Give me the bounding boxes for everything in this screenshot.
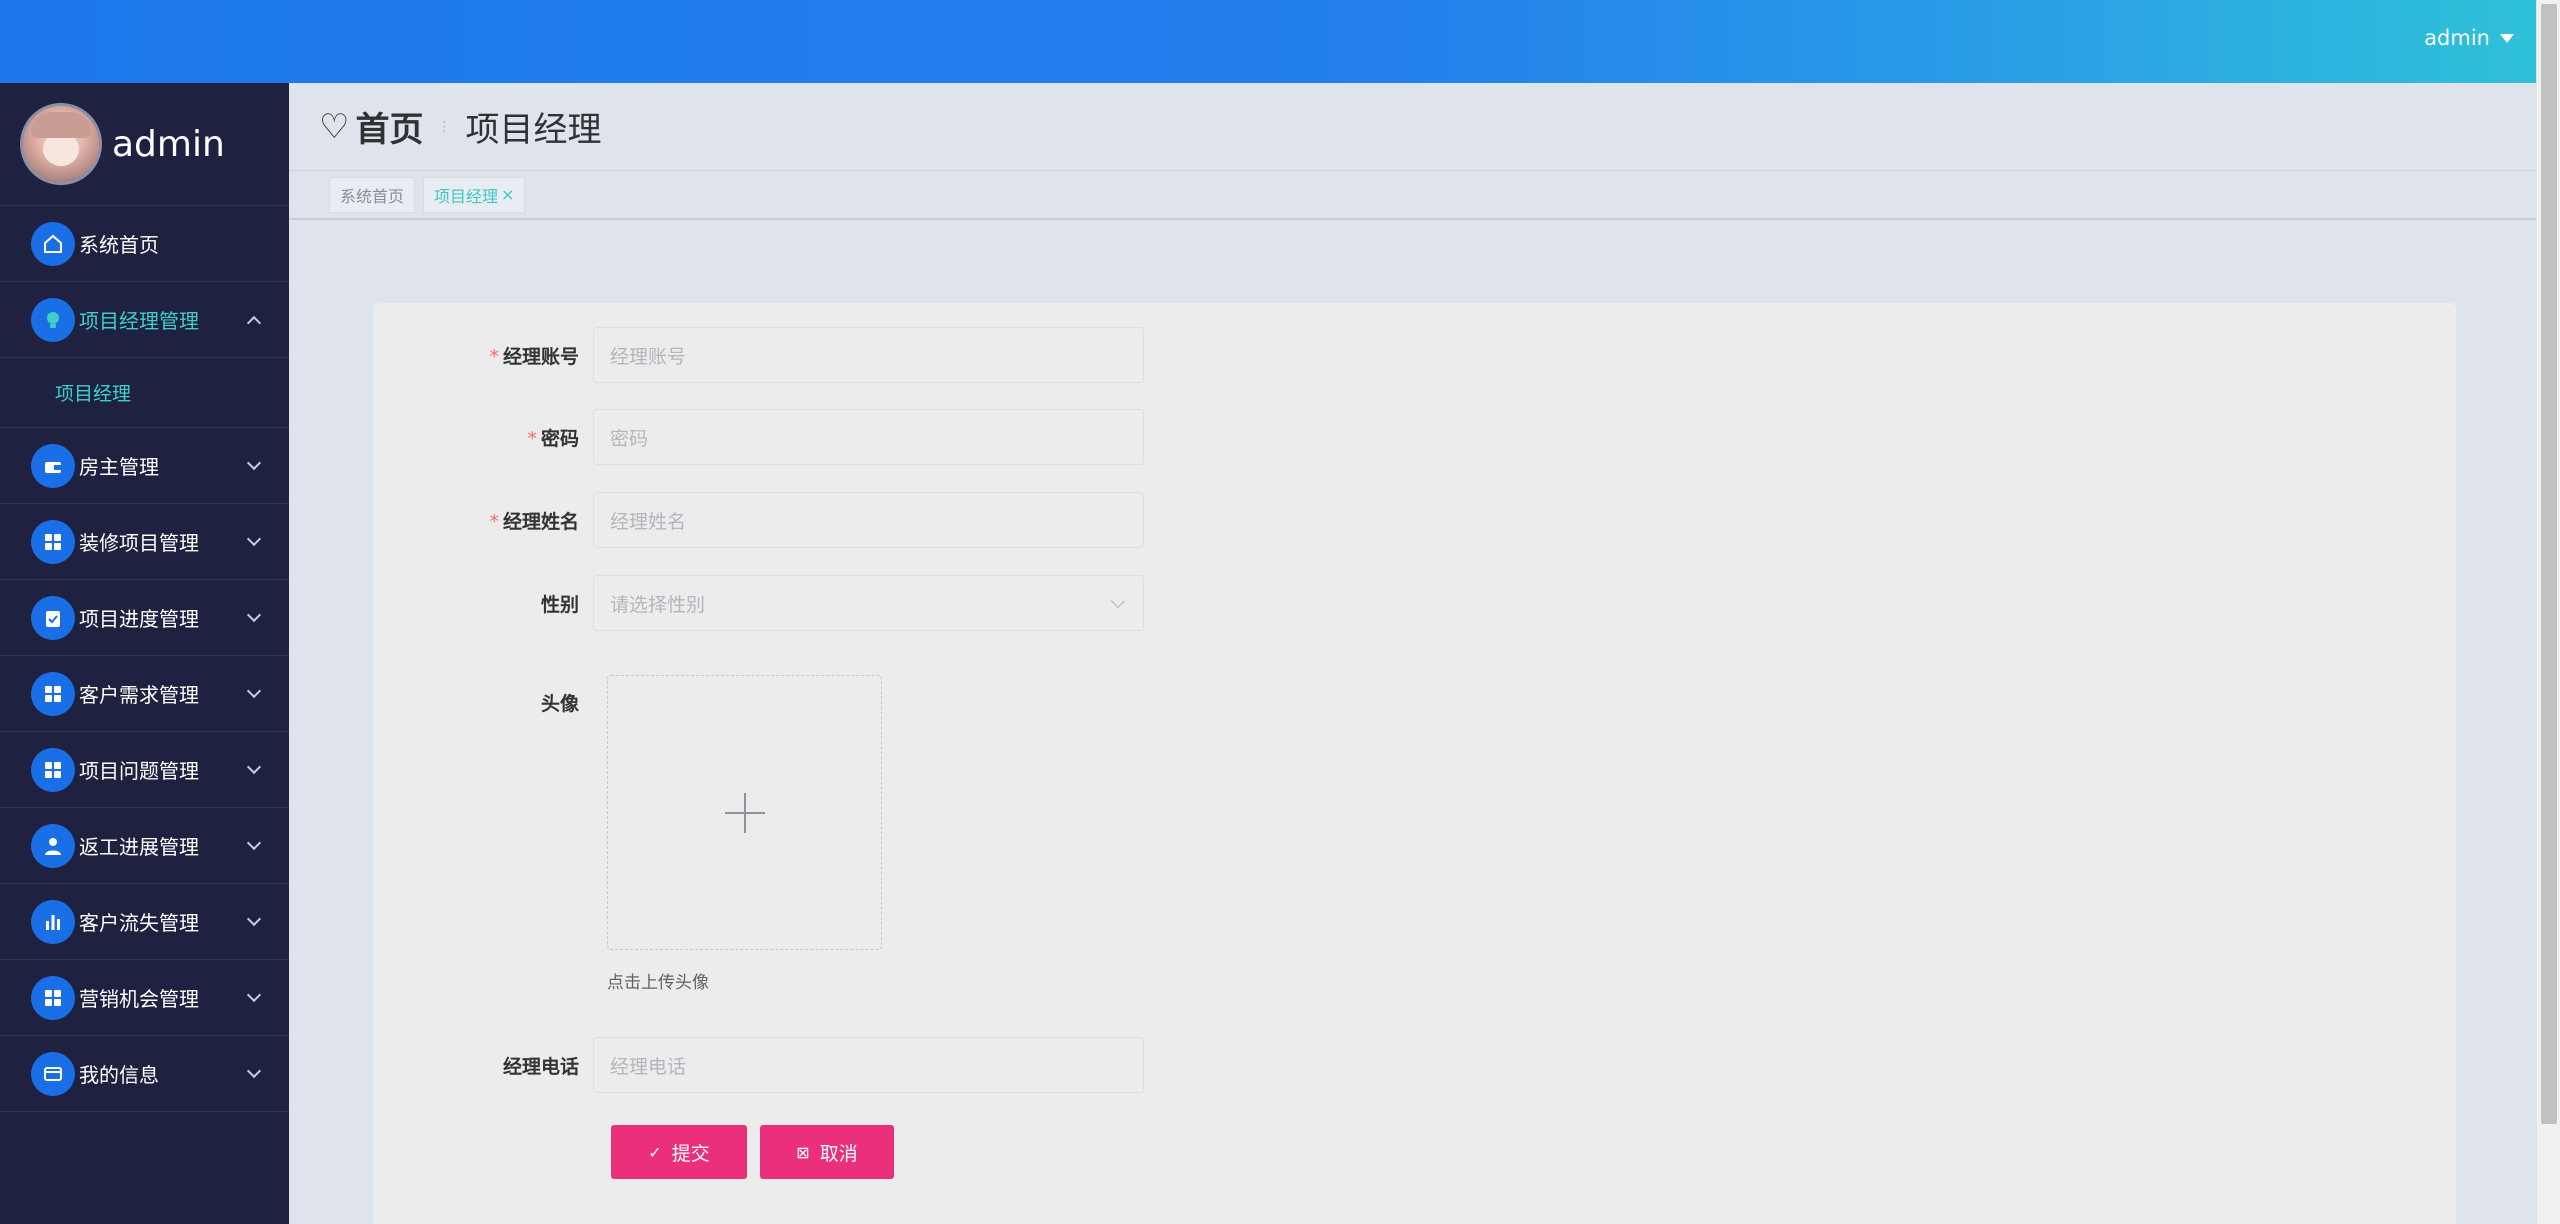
chevron-down-icon [246, 987, 262, 1003]
sidebar-item-rework[interactable]: 返工进展管理 [0, 808, 289, 884]
sidebar-item-owner-management[interactable]: 房主管理 [0, 428, 289, 504]
cancel-label: 取消 [819, 1142, 858, 1165]
sidebar-item-customer-churn[interactable]: 客户流失管理 [0, 884, 289, 960]
close-box-icon: ⊠ [796, 1142, 810, 1162]
gender-label: 性别 [540, 593, 579, 616]
avatar-uploader[interactable] [607, 675, 882, 950]
home-icon [31, 221, 75, 266]
avatar [20, 103, 102, 185]
sidebar-item-label: 营销机会管理 [79, 987, 199, 1011]
username-label: admin [2424, 26, 2490, 50]
sidebar-item-customer-needs[interactable]: 客户需求管理 [0, 656, 289, 732]
breadcrumb-home-label: 首页 [355, 110, 424, 150]
breadcrumb-home[interactable]: ♡ 首页 [319, 102, 423, 151]
page-scrollbar[interactable] [2536, 0, 2560, 1224]
account-label: * 经理账号 [489, 345, 579, 368]
chevron-down-icon [246, 1063, 262, 1079]
tags-bar: 系统首页 项目经理 × [289, 170, 2536, 220]
grid-icon [31, 747, 75, 792]
chevron-down-icon [246, 683, 262, 699]
sidebar-item-label: 项目进度管理 [79, 607, 199, 631]
form-row-gender: 性别 请选择性别 [373, 575, 1144, 631]
sidebar-item-label: 装修项目管理 [79, 531, 199, 555]
top-bar: admin [0, 0, 2536, 83]
gender-select[interactable]: 请选择性别 [593, 575, 1144, 631]
clipboard-icon [31, 595, 75, 640]
form-row-phone: 经理电话 经理电话 [373, 1037, 1144, 1093]
form-row-account: * 经理账号 经理账号 [373, 327, 1144, 383]
plus-icon [724, 792, 765, 833]
sidebar-item-label: 客户需求管理 [79, 683, 199, 707]
grid-icon [31, 671, 75, 716]
submit-label: 提交 [671, 1142, 710, 1165]
chevron-down-icon [246, 759, 262, 775]
sidebar-item-my-info[interactable]: 我的信息 [0, 1036, 289, 1112]
chevron-down-icon [246, 911, 262, 927]
scroll-thumb[interactable] [2541, 4, 2557, 1124]
sidebar-user-name: admin [112, 123, 225, 165]
upload-hint: 点击上传头像 [607, 973, 709, 993]
heart-icon: ♡ [319, 106, 350, 147]
card-icon [31, 1051, 75, 1096]
sidebar-item-marketing[interactable]: 营销机会管理 [0, 960, 289, 1036]
sidebar-item-home[interactable]: 系统首页 [0, 206, 289, 282]
form-row-name: * 经理姓名 经理姓名 [373, 492, 1144, 548]
chevron-down-icon [246, 607, 262, 623]
user-icon [31, 823, 75, 868]
user-menu[interactable]: admin [2424, 26, 2514, 50]
main-content: ♡ 首页 ⋮ 项目经理 系统首页 项目经理 × * 经理账号 经理账号 * 密码 密… [289, 83, 2536, 1224]
sidebar-item-label: 我的信息 [79, 1063, 159, 1087]
sidebar-item-label: 项目问题管理 [79, 759, 199, 783]
chevron-up-icon [246, 315, 262, 331]
sidebar-item-label: 系统首页 [79, 233, 159, 257]
wallet-icon [31, 443, 75, 488]
check-icon: ✓ [648, 1142, 662, 1162]
bar-chart-icon [31, 899, 75, 944]
sidebar-item-renovation-project[interactable]: 装修项目管理 [0, 504, 289, 580]
chevron-down-icon [246, 531, 262, 547]
chevron-down-icon [246, 455, 262, 471]
caret-down-icon [2500, 33, 2514, 43]
form-row-password: * 密码 密码 [373, 409, 1144, 465]
breadcrumb: ♡ 首页 ⋮ 项目经理 [289, 83, 2536, 170]
sidebar-item-progress[interactable]: 项目进度管理 [0, 580, 289, 656]
name-label: * 经理姓名 [489, 510, 579, 533]
password-label: * 密码 [527, 427, 579, 450]
submit-button[interactable]: ✓ 提交 [611, 1125, 747, 1179]
name-input[interactable]: 经理姓名 [593, 492, 1144, 548]
sidebar-item-label: 房主管理 [79, 455, 159, 479]
sidebar-item-label: 客户流失管理 [79, 911, 199, 935]
grid-icon [31, 975, 75, 1020]
breadcrumb-separator: ⋮ [437, 118, 452, 135]
tag-manager[interactable]: 项目经理 × [423, 176, 526, 213]
sidebar-item-label: 项目经理管理 [79, 309, 199, 333]
grid-icon [31, 519, 75, 564]
breadcrumb-current: 项目经理 [465, 110, 602, 150]
account-input[interactable]: 经理账号 [593, 327, 1144, 383]
phone-input[interactable]: 经理电话 [593, 1037, 1144, 1093]
sidebar-item-manager-management[interactable]: 项目经理管理 [0, 282, 289, 358]
manager-form: * 经理账号 经理账号 * 密码 密码 * 经理姓名 经理姓名 性别 请选择性别 头像… [373, 303, 2456, 1224]
phone-label: 经理电话 [502, 1055, 579, 1078]
tag-home[interactable]: 系统首页 [329, 176, 416, 213]
form-row-avatar: 头像 [373, 675, 593, 716]
chevron-down-icon [246, 835, 262, 851]
tag-label: 项目经理 [434, 186, 499, 206]
gender-select-placeholder: 请选择性别 [610, 593, 706, 616]
sidebar-item-label: 返工进展管理 [79, 835, 199, 859]
password-input[interactable]: 密码 [593, 409, 1144, 465]
sidebar: admin 系统首页 项目经理管理 项目经理 房主管理 装修项目管理 项目进度管… [0, 83, 289, 1224]
sidebar-header: admin [0, 83, 289, 206]
sidebar-item-project-issues[interactable]: 项目问题管理 [0, 732, 289, 808]
chevron-down-icon [1110, 593, 1126, 609]
avatar-label: 头像 [540, 693, 579, 715]
tag-label: 系统首页 [340, 186, 405, 206]
cancel-button[interactable]: ⊠ 取消 [760, 1125, 894, 1179]
sidebar-subitem-manager[interactable]: 项目经理 [0, 358, 289, 428]
bulb-icon [31, 297, 75, 342]
close-icon[interactable]: × [501, 185, 514, 204]
